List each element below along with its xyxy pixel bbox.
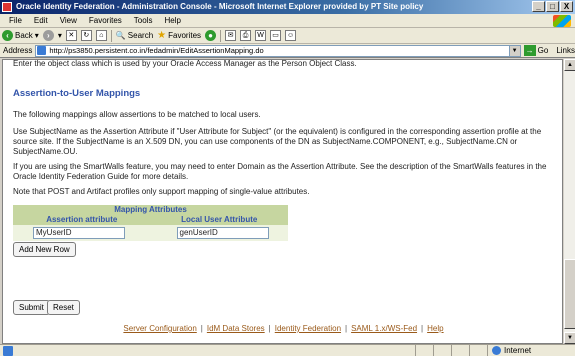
- intro-text: Enter the object class which is used by …: [13, 59, 357, 68]
- maximize-button[interactable]: □: [546, 1, 559, 12]
- submit-button[interactable]: Submit: [13, 300, 50, 315]
- address-label: Address: [3, 46, 33, 55]
- column-local-user-attribute: Local User Attribute: [181, 215, 258, 224]
- status-cell: [433, 345, 451, 356]
- footer-links: Server Configuration | IdM Data Stores | Ide…: [123, 324, 444, 333]
- discuss-icon[interactable]: ▭: [270, 30, 282, 41]
- status-cell: [415, 345, 433, 356]
- profile-note: Note that POST and Artifact profiles onl…: [13, 187, 310, 196]
- scrollbar-thumb[interactable]: [564, 259, 575, 329]
- search-icon: 🔍: [115, 31, 126, 40]
- go-button[interactable]: → Go: [523, 45, 549, 56]
- menu-view[interactable]: View: [54, 16, 83, 25]
- forward-arrow-icon[interactable]: ›: [42, 30, 54, 41]
- subjectname-description: Use SubjectName as the Assertion Attribu…: [13, 127, 542, 156]
- page-heading: Assertion-to-User Mappings: [13, 88, 141, 99]
- scroll-down-icon[interactable]: ▼: [564, 332, 575, 344]
- menu-favorites[interactable]: Favorites: [83, 16, 128, 25]
- window-title: Oracle Identity Federation - Administrat…: [16, 2, 424, 11]
- go-label: Go: [537, 46, 549, 55]
- add-new-row-button[interactable]: Add New Row: [13, 242, 76, 257]
- back-label: Back: [15, 31, 33, 40]
- security-zone: Internet: [487, 345, 575, 356]
- footer-link-server-configuration[interactable]: Server Configuration: [123, 324, 196, 333]
- ie-app-icon: [2, 2, 12, 12]
- table-row: MyUserID genUserID: [13, 225, 288, 241]
- favorites-star-icon: ★: [157, 29, 167, 41]
- internet-globe-icon: [492, 346, 501, 355]
- chevron-down-icon[interactable]: ▾: [58, 31, 62, 40]
- go-arrow-icon: →: [523, 45, 536, 56]
- favorites-button[interactable]: ★ Favorites: [157, 29, 202, 41]
- print-icon[interactable]: ⎙: [240, 30, 252, 41]
- local-user-attribute-input[interactable]: genUserID: [176, 227, 269, 239]
- status-bar: Internet: [0, 344, 575, 356]
- window-title-bar: Oracle Identity Federation - Administrat…: [0, 0, 575, 14]
- zone-label: Internet: [504, 346, 532, 355]
- close-button[interactable]: X: [560, 1, 573, 12]
- back-arrow-icon: ‹: [2, 30, 13, 41]
- toolbar-separator: [110, 29, 112, 42]
- column-assertion-attribute: Assertion attribute: [46, 215, 118, 224]
- scroll-up-icon[interactable]: ▲: [564, 59, 575, 71]
- footer-link-identity-federation[interactable]: Identity Federation: [275, 324, 341, 333]
- footer-link-help[interactable]: Help: [427, 324, 443, 333]
- links-button[interactable]: Links: [556, 46, 575, 55]
- mapping-table-header: Assertion attribute Local User Attribute: [13, 215, 288, 225]
- minimize-button[interactable]: _: [532, 1, 545, 12]
- messenger-icon[interactable]: ☺: [285, 30, 297, 41]
- search-button[interactable]: 🔍 Search: [116, 31, 153, 40]
- mapping-table-title: Mapping Attributes: [13, 205, 288, 215]
- address-dropdown-icon[interactable]: ▼: [508, 45, 520, 56]
- address-bar: Address http://ps3850.persistent.co.in/f…: [0, 44, 575, 58]
- menu-help[interactable]: Help: [158, 16, 186, 25]
- status-cell: [469, 345, 487, 356]
- word-edit-icon[interactable]: W: [255, 30, 267, 41]
- search-label: Search: [127, 31, 154, 40]
- home-icon[interactable]: ⌂: [95, 30, 107, 41]
- page-content: Enter the object class which is used by …: [2, 59, 563, 344]
- browser-toolbar: ‹ Back ▾ › ▾ ✕ ↻ ⌂ 🔍 Search ★ Favorites …: [0, 28, 575, 44]
- smartwalls-description: If you are using the SmartWalls feature,…: [13, 162, 547, 181]
- address-url: http://ps3850.persistent.co.in/fedadmin/…: [49, 46, 264, 55]
- vertical-scrollbar[interactable]: ▲ ▼: [563, 59, 575, 344]
- address-input[interactable]: http://ps3850.persistent.co.in/fedadmin/…: [35, 44, 521, 57]
- mappings-description: The following mappings allow assertions …: [13, 110, 261, 119]
- mail-icon[interactable]: ✉: [225, 30, 237, 41]
- reset-button[interactable]: Reset: [47, 300, 80, 315]
- stop-icon[interactable]: ✕: [65, 30, 77, 41]
- windows-logo-icon: [553, 15, 571, 27]
- assertion-attribute-input[interactable]: MyUserID: [33, 227, 125, 239]
- footer-link-saml-ws-fed[interactable]: SAML 1.x/WS-Fed: [351, 324, 417, 333]
- back-button[interactable]: ‹ Back ▾: [2, 30, 39, 41]
- page-icon: [37, 46, 47, 55]
- mapping-attributes-table: Mapping Attributes Assertion attribute L…: [13, 205, 288, 241]
- chevron-down-icon: ▾: [34, 31, 39, 40]
- menu-tools[interactable]: Tools: [128, 16, 159, 25]
- menu-edit[interactable]: Edit: [28, 16, 54, 25]
- page-status-icon: [3, 345, 13, 356]
- favorites-label: Favorites: [168, 31, 202, 40]
- footer-link-idm-data-stores[interactable]: IdM Data Stores: [207, 324, 265, 333]
- menu-bar: File Edit View Favorites Tools Help: [0, 14, 575, 28]
- menu-file[interactable]: File: [3, 16, 28, 25]
- status-cell: [451, 345, 469, 356]
- refresh-icon[interactable]: ↻: [80, 30, 92, 41]
- toolbar-separator: [220, 29, 222, 42]
- media-icon[interactable]: ●: [205, 30, 217, 41]
